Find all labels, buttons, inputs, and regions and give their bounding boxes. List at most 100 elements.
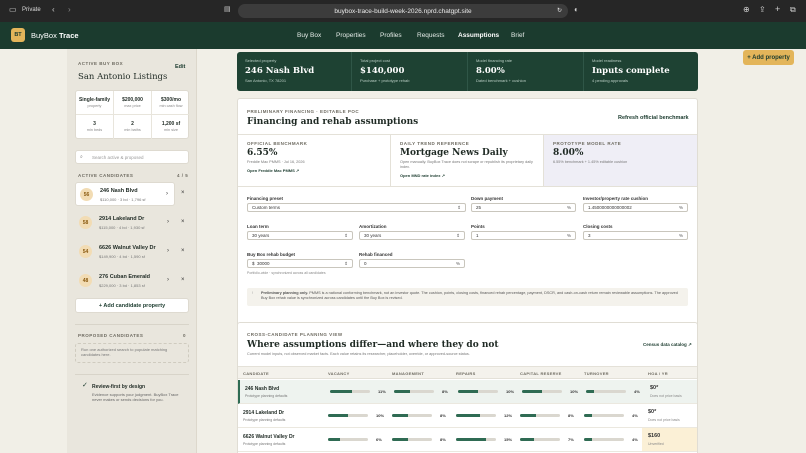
remove-candidate-icon[interactable]: × (181, 190, 185, 196)
census-catalog-link[interactable]: Census data catalog ↗ (643, 342, 692, 348)
rehab-financed-input[interactable]: 0% (359, 259, 465, 268)
address-bar[interactable]: buybox-trace-build-week-2026.nprd.chatgp… (238, 4, 568, 18)
reload-icon[interactable]: ↻ (557, 7, 562, 14)
edit-buybox-link[interactable]: Edit (175, 64, 185, 70)
column-management: MANAGEMENT (392, 371, 425, 376)
amortization-select[interactable]: 30 years ⇕ (359, 231, 465, 240)
appearance-icon[interactable]: ◐ (574, 6, 579, 14)
assumption-bar (458, 390, 498, 393)
rehab-budget-label: Buy Box rehab budget (247, 252, 296, 257)
assumption-bar (394, 390, 434, 393)
stat-value: $300/mo (160, 97, 181, 103)
chevron-updown-icon: ⇕ (456, 233, 460, 238)
rate-cushion-label: Investor/property rate cushion (583, 196, 649, 201)
tab-brief[interactable]: Brief (511, 32, 524, 39)
divider (75, 374, 189, 375)
summary-total-cost: Total project cost $140,000 Purchase + p… (352, 52, 468, 91)
candidate-item[interactable]: 56 246 Nash Blvd $110,000 · 3 bd · 1,796… (75, 182, 175, 206)
hoa-value: $0* (650, 385, 659, 391)
amortization-value: 30 years (364, 233, 382, 238)
buybox-stat: Single-family property (76, 91, 114, 115)
financing-preset-label: Financing preset (247, 196, 284, 201)
rehab-financed-label: Rehab financed (359, 252, 393, 257)
candidate-name: 6626 Walnut Valley Dr (99, 245, 156, 251)
buybox-stat: $300/mo min cash flow (152, 91, 190, 115)
hoa-value: $160 (648, 433, 661, 439)
app-name: BuyBox Trace (31, 31, 79, 40)
app-logo: BT (11, 28, 25, 42)
share-icon[interactable]: ⇪ (759, 6, 766, 14)
review-first-title: Review-first by design (92, 384, 146, 390)
tab-requests[interactable]: Requests (417, 32, 444, 39)
benchmark-label: DAILY TREND REFERENCE (400, 141, 470, 146)
main-content: Selected property 246 Nash Blvd San Anto… (197, 49, 806, 453)
assumption-bar (392, 414, 432, 417)
summary-strip: Selected property 246 Nash Blvd San Anto… (237, 52, 698, 91)
down-payment-input[interactable]: 25% (471, 203, 576, 212)
compare-eyebrow: CROSS-CANDIDATE PLANNING VIEW (247, 332, 343, 337)
assumption-value: 8% (440, 437, 446, 442)
stat-label: min cash flow (159, 104, 183, 108)
benchmark-daily: DAILY TREND REFERENCE Mortgage News Dail… (391, 135, 544, 186)
candidate-item[interactable]: 58 2914 Lakeland Dr $115,000 · 4 bd · 1,… (75, 211, 175, 235)
loan-term-select[interactable]: 30 years ⇕ (247, 231, 353, 240)
rehab-sync-note: Portfolio-wide · synchronized across all… (247, 271, 326, 275)
download-icon[interactable]: ⊕ (743, 6, 750, 14)
remove-candidate-icon[interactable]: × (181, 219, 185, 225)
stat-value: 2 (131, 121, 134, 127)
tab-buy-box[interactable]: Buy Box (297, 32, 321, 39)
remove-candidate-icon[interactable]: × (181, 248, 185, 254)
app-header: BT BuyBox Trace Buy Box Properties Profi… (0, 22, 806, 65)
down-payment-label: Down payment (471, 196, 504, 201)
column-capital-reserve: CAPITAL RESERVE (520, 371, 562, 376)
benchmark-sub: Freddie Mac PMMS · Jul 16, 2026 (247, 160, 305, 164)
candidate-search-input[interactable]: ⌕ Search active & proposed (75, 150, 189, 164)
add-candidate-button[interactable]: + Add candidate property (75, 298, 189, 313)
assumption-bar-fill (328, 414, 348, 417)
financing-preset-select[interactable]: Custom terms ⇕ (247, 203, 466, 212)
table-row[interactable]: 6626 Walnut Valley Dr Prototype planning… (238, 428, 697, 452)
points-input[interactable]: 1% (471, 231, 576, 240)
remove-candidate-icon[interactable]: × (181, 277, 185, 283)
assumption-value: 4% (632, 437, 638, 442)
assumption-bar (328, 438, 368, 441)
tabs-overview-icon[interactable]: ⧉ (790, 6, 796, 14)
back-icon[interactable]: ‹ (52, 6, 55, 14)
tab-profiles[interactable]: Profiles (380, 32, 402, 39)
assumption-value: 8% (440, 413, 446, 418)
assumption-bar (520, 414, 560, 417)
compare-title: Where assumptions differ—and where they … (247, 340, 499, 350)
table-row[interactable]: 2914 Lakeland Dr Prototype planning defa… (238, 404, 697, 428)
row-candidate-sub: Prototype planning defaults (243, 418, 286, 422)
table-row[interactable]: 246 Nash Blvd Prototype planning default… (238, 380, 697, 404)
new-tab-icon[interactable]: + (775, 5, 780, 14)
assumption-value: 8% (442, 389, 448, 394)
assumption-bar (520, 438, 560, 441)
tab-properties[interactable]: Properties (336, 32, 366, 39)
open-pmms-link[interactable]: Open Freddie Mac PMMS ↗ (247, 168, 299, 173)
buybox-stat: $200,000 max price (114, 91, 152, 115)
closing-costs-input[interactable]: 3% (583, 231, 688, 240)
stat-label: max price (124, 104, 141, 108)
open-mnd-link[interactable]: Open MND rate index ↗ (400, 173, 445, 178)
active-buybox-label: ACTIVE BUY BOX (78, 61, 124, 66)
candidate-item[interactable]: 54 6626 Walnut Valley Dr $149,900 · 4 bd… (75, 240, 175, 264)
hoa-sub: Does not price basis (648, 418, 680, 422)
forward-icon[interactable]: › (68, 6, 71, 14)
hoa-sub: Unverified (648, 442, 664, 446)
assumption-bar-fill (328, 438, 340, 441)
benchmark-value: 6.55% (247, 148, 278, 158)
rehab-financed-value: 0 (364, 261, 367, 266)
sidebar-toggle-icon[interactable]: ▭ (9, 6, 17, 14)
financing-title: Financing and rehab assumptions (247, 117, 419, 127)
hoa-cell: $0* Does not price basis (642, 404, 697, 427)
assumption-bar-fill (392, 414, 408, 417)
comparison-panel: CROSS-CANDIDATE PLANNING VIEW Where assu… (237, 322, 698, 453)
reader-icon[interactable]: ▤ (224, 6, 231, 13)
tab-assumptions[interactable]: Assumptions (458, 32, 499, 39)
assumption-bar-fill (458, 390, 478, 393)
rate-cushion-input[interactable]: 1.4500000000000002% (583, 203, 688, 212)
refresh-benchmark-link[interactable]: Refresh official benchmark (618, 115, 689, 121)
rehab-budget-input[interactable]: $ 30000 ⇕ (247, 259, 353, 268)
candidate-item[interactable]: 48 276 Cuban Emerald $229,000 · 3 bd · 1… (75, 269, 175, 293)
